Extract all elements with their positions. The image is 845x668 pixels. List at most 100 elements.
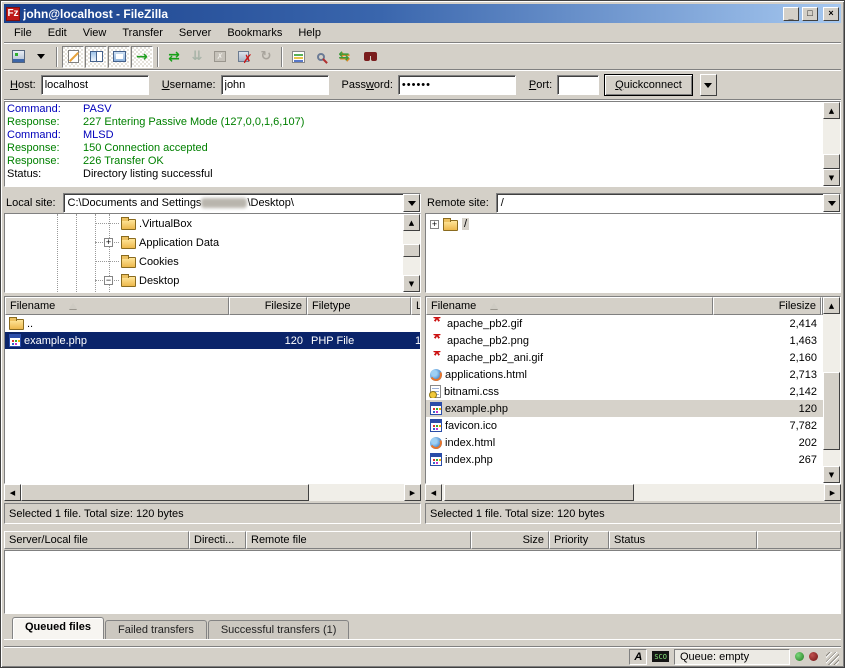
scroll-left-button[interactable]: ◀: [425, 484, 442, 501]
scroll-right-button[interactable]: ▶: [404, 484, 421, 501]
queue-column-directi-[interactable]: Directi...: [189, 531, 246, 549]
file-row-example-php[interactable]: example.php120PHP File1: [5, 332, 420, 349]
resize-grip[interactable]: [826, 652, 839, 665]
host-input[interactable]: [41, 75, 149, 95]
local-site-dropdown[interactable]: [403, 194, 420, 212]
expand-icon[interactable]: +: [104, 238, 113, 247]
file-row-apache-pb2-ani-gif[interactable]: *apache_pb2_ani.gif2,160: [426, 349, 823, 366]
username-input[interactable]: [221, 75, 329, 95]
tree-item-application-data[interactable]: +Application Data: [5, 233, 403, 252]
column-header-l[interactable]: L: [411, 297, 420, 315]
file-row-example-php[interactable]: example.php120: [426, 400, 823, 417]
scroll-up-button[interactable]: ▲: [823, 297, 840, 314]
remote-site-combo[interactable]: /: [496, 193, 841, 213]
queue-column-server-local-file[interactable]: Server/Local file: [4, 531, 189, 549]
quickconnect-button[interactable]: Quickconnect: [604, 74, 693, 96]
tab-failed-transfers[interactable]: Failed transfers: [105, 620, 207, 639]
reconnect-button[interactable]: ↻: [255, 46, 277, 68]
sync-browse-button[interactable]: ⇆: [333, 46, 355, 68]
file-row-apache-pb2-png[interactable]: *apache_pb2.png1,463: [426, 332, 823, 349]
tree-item-cookies[interactable]: Cookies: [5, 252, 403, 271]
file-row-apache-pb2-gif[interactable]: *apache_pb2.gif2,414: [426, 315, 823, 332]
maximize-button[interactable]: □: [802, 7, 818, 21]
remote-vscrollbar[interactable]: ▲ ▼: [823, 297, 840, 483]
close-button[interactable]: ×: [823, 7, 839, 21]
queue-column-status[interactable]: Status: [609, 531, 757, 549]
title-bar[interactable]: Fz john@localhost - FileZilla _ □ ×: [4, 4, 841, 23]
site-manager-button[interactable]: [7, 46, 29, 68]
scroll-up-button[interactable]: ▲: [403, 214, 420, 231]
menu-bookmarks[interactable]: Bookmarks: [219, 25, 290, 41]
remote-hscrollbar[interactable]: ◀ ▶: [425, 484, 841, 501]
column-header-filesize[interactable]: Filesize: [713, 297, 821, 315]
column-header-filename[interactable]: Filename: [426, 297, 713, 315]
filename-text: applications.html: [445, 369, 527, 381]
tab-queued-files[interactable]: Queued files: [12, 617, 104, 639]
scroll-right-button[interactable]: ▶: [824, 484, 841, 501]
column-header-filename[interactable]: Filename: [5, 297, 229, 315]
tab-successful-transfers-1-[interactable]: Successful transfers (1): [208, 620, 350, 639]
remote-tree: +/: [425, 213, 841, 293]
disconnect-button[interactable]: [232, 46, 254, 68]
quickconnect-dropdown[interactable]: [700, 74, 717, 96]
compare-button[interactable]: [310, 46, 332, 68]
expand-icon[interactable]: +: [430, 220, 439, 229]
speed-limit-icon[interactable]: SCO: [652, 651, 669, 662]
collapse-icon[interactable]: −: [104, 276, 113, 285]
file-row-favicon-ico[interactable]: favicon.ico7,782: [426, 417, 823, 434]
menu-server[interactable]: Server: [171, 25, 219, 41]
column-header-filetype[interactable]: Filetype: [307, 297, 411, 315]
file-row-applications-html[interactable]: applications.html2,713: [426, 366, 823, 383]
log-scrollbar[interactable]: ▲ ▼: [823, 102, 840, 186]
cancel-button[interactable]: ✗: [209, 46, 231, 68]
ascii-mode-icon[interactable]: A: [629, 649, 647, 665]
password-input[interactable]: [398, 75, 516, 95]
file-row-bitnami-css[interactable]: bitnami.css2,142: [426, 383, 823, 400]
file-row-index-html[interactable]: index.html202: [426, 434, 823, 451]
local-pane: Local site: C:\Documents and Settings\De…: [4, 193, 421, 524]
minimize-button[interactable]: _: [783, 7, 799, 21]
toggle-queue-button[interactable]: →: [131, 46, 153, 68]
toggle-remote-tree-button[interactable]: [108, 46, 130, 68]
scroll-down-button[interactable]: ▼: [823, 169, 840, 186]
scroll-thumb[interactable]: [823, 372, 840, 450]
scroll-thumb[interactable]: [823, 154, 840, 169]
tree-item--virtualbox[interactable]: .VirtualBox: [5, 214, 403, 233]
scroll-up-button[interactable]: ▲: [823, 102, 840, 119]
local-hscrollbar[interactable]: ◀ ▶: [4, 484, 421, 501]
process-queue-button[interactable]: ⇊: [186, 46, 208, 68]
site-manager-dropdown[interactable]: [30, 46, 52, 68]
tree-item-desktop[interactable]: −Desktop: [5, 271, 403, 290]
scroll-left-button[interactable]: ◀: [4, 484, 21, 501]
menu-file[interactable]: File: [6, 25, 40, 41]
scroll-down-button[interactable]: ▼: [403, 275, 420, 292]
scroll-thumb[interactable]: [403, 244, 420, 257]
redacted-username: [201, 198, 247, 208]
remote-tree-item-root[interactable]: +/: [426, 214, 840, 232]
filezilla-app-icon[interactable]: Fz: [6, 7, 20, 21]
file-row-index-php[interactable]: index.php267: [426, 451, 823, 468]
menu-edit[interactable]: Edit: [40, 25, 75, 41]
menu-view[interactable]: View: [75, 25, 115, 41]
local-list-header: FilenameFilesizeFiletypeL: [5, 297, 420, 315]
remote-site-dropdown[interactable]: [823, 194, 840, 212]
local-site-combo[interactable]: C:\Documents and Settings\Desktop\: [63, 193, 421, 213]
toggle-local-tree-button[interactable]: [85, 46, 107, 68]
menu-transfer[interactable]: Transfer: [114, 25, 171, 41]
filter-button[interactable]: [287, 46, 309, 68]
queue-column-priority[interactable]: Priority: [549, 531, 609, 549]
scroll-down-button[interactable]: ▼: [823, 466, 840, 483]
menu-help[interactable]: Help: [290, 25, 329, 41]
toggle-message-log-button[interactable]: [62, 46, 84, 68]
refresh-button[interactable]: ⇄: [163, 46, 185, 68]
find-button[interactable]: [356, 46, 378, 68]
file-row--[interactable]: ..: [5, 315, 420, 332]
scroll-thumb[interactable]: [444, 484, 634, 501]
column-header-filesize[interactable]: Filesize: [229, 297, 307, 315]
queue-column-size[interactable]: Size: [471, 531, 549, 549]
local-tree-scrollbar[interactable]: ▲ ▼: [403, 214, 420, 292]
php-file-icon: [430, 419, 442, 432]
queue-column-remote-file[interactable]: Remote file: [246, 531, 471, 549]
scroll-thumb[interactable]: [21, 484, 309, 501]
port-input[interactable]: [557, 75, 599, 95]
